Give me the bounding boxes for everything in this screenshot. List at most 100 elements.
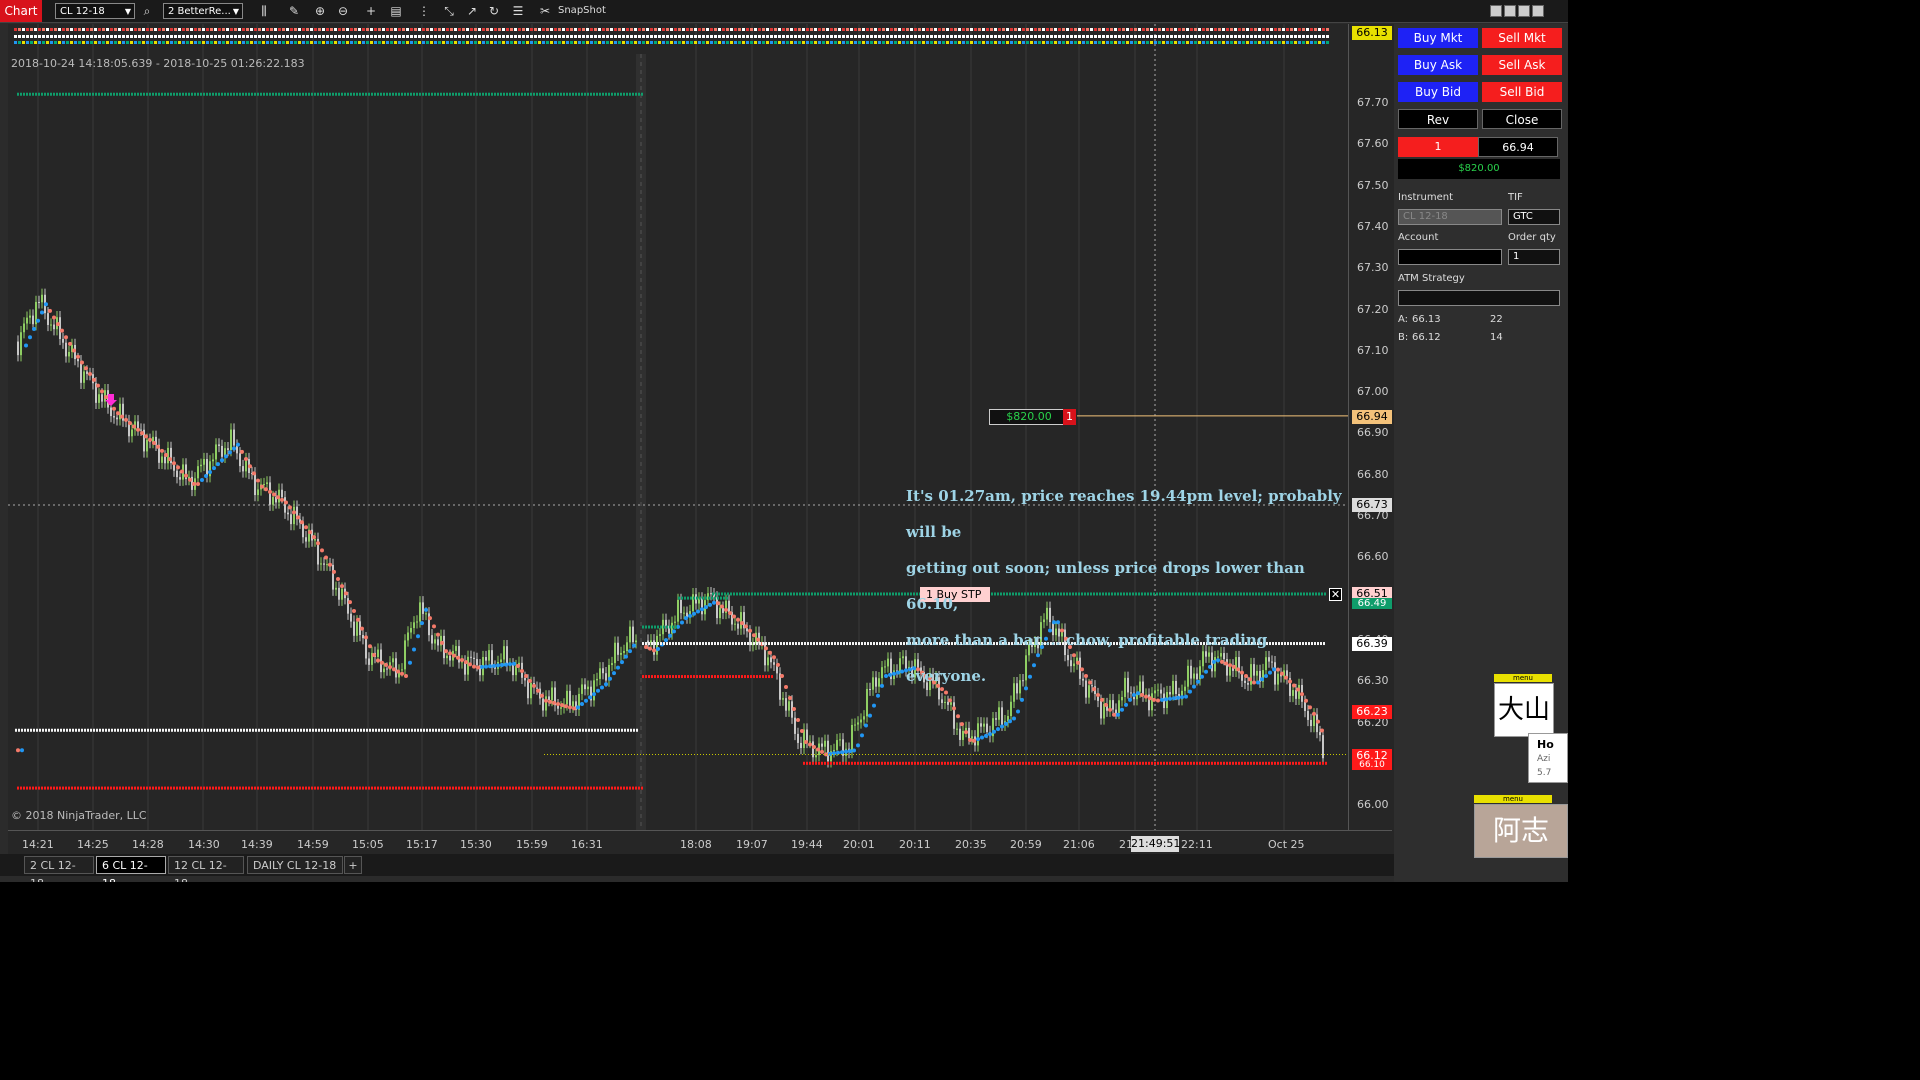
strip-mark [234, 28, 237, 31]
strip-mark [1310, 35, 1313, 38]
green-level-mark [539, 92, 541, 96]
tab-cl-6[interactable]: 6 CL 12-18 [96, 856, 166, 882]
red-level-mark [257, 786, 259, 790]
price-bar-body [1310, 719, 1312, 727]
strip-mark [146, 41, 149, 44]
reverse-button[interactable]: Rev [1398, 109, 1478, 129]
white-level-mark [177, 728, 179, 732]
indicators-icon[interactable]: ⋮ [416, 3, 432, 19]
position-pnl-marker[interactable]: $820.00 [989, 409, 1069, 425]
strip-mark [942, 41, 945, 44]
green-level-mark [476, 92, 478, 96]
strip-mark [558, 35, 561, 38]
widget-menu-2[interactable]: menu [1474, 795, 1552, 803]
drawing-tool-icon[interactable]: ✎ [286, 3, 302, 19]
red-level-mark [1304, 761, 1306, 765]
white-level-mark [63, 728, 65, 732]
add-tab-button[interactable]: + [344, 856, 362, 874]
white-level-mark [483, 728, 485, 732]
strip-mark [242, 41, 245, 44]
data-range-label: 2018-10-24 14:18:05.639 - 2018-10-25 01:… [11, 57, 305, 70]
side-widget-1[interactable]: 大山 [1494, 683, 1554, 737]
strategies-icon[interactable]: ⤡ [441, 3, 457, 19]
zoom-in-icon[interactable]: ⊕ [312, 3, 328, 19]
strip-mark [386, 28, 389, 31]
strip-mark [354, 41, 357, 44]
strip-mark [902, 28, 905, 31]
strip-mark [822, 41, 825, 44]
account-select[interactable] [1398, 249, 1502, 265]
tif-select[interactable]: GTC [1508, 209, 1560, 225]
strip-mark [518, 35, 521, 38]
unrealized-pnl-display: $820.00 [1398, 159, 1560, 179]
green-level-mark [874, 592, 876, 596]
trend-dot [848, 749, 852, 754]
red-level-mark [302, 786, 304, 790]
instrument-field[interactable]: CL 12-18 [1398, 209, 1502, 225]
green-level-mark [83, 92, 85, 96]
white-level-mark [210, 728, 212, 732]
tab-cl-2[interactable]: 2 CL 12-18 [24, 856, 94, 882]
tab-cl-daily[interactable]: DAILY CL 12-18 [247, 856, 343, 874]
crosshair-icon[interactable]: + [363, 3, 379, 19]
strip-mark [1134, 35, 1137, 38]
strip-mark [1326, 41, 1329, 44]
white-level-mark [690, 642, 692, 646]
snapshot-button[interactable]: SnapShot [558, 3, 606, 19]
side-widget-2[interactable]: 阿志 [1474, 804, 1568, 858]
zoom-out-icon[interactable]: ⊖ [335, 3, 351, 19]
red-level-mark [842, 761, 844, 765]
green-level-mark [197, 92, 199, 96]
price-chart[interactable] [8, 24, 1392, 830]
order-qty-stepper[interactable]: 1 [1508, 249, 1560, 265]
atm-strategy-select[interactable] [1398, 290, 1560, 306]
strip-mark [182, 35, 185, 38]
white-level-mark [231, 728, 233, 732]
green-level-mark [796, 592, 798, 596]
red-level-mark [1301, 761, 1303, 765]
strip-mark [298, 41, 301, 44]
trend-icon[interactable]: ↗ [464, 3, 480, 19]
strip-mark [26, 28, 29, 31]
sell-ask-button[interactable]: Sell Ask [1482, 55, 1562, 75]
green-level-mark [248, 92, 250, 96]
close-position-button[interactable]: Close [1482, 109, 1562, 129]
maximize-button[interactable] [1518, 5, 1530, 17]
strip-mark [366, 28, 369, 31]
buy-mkt-button[interactable]: Buy Mkt [1398, 28, 1478, 48]
red-level-mark [98, 786, 100, 790]
strip-mark [874, 41, 877, 44]
list-icon[interactable]: ☰ [510, 3, 526, 19]
buy-bid-button[interactable]: Buy Bid [1398, 82, 1478, 102]
green-level-mark [632, 92, 634, 96]
chart-tab[interactable]: Chart [0, 0, 42, 22]
red-level-mark [1202, 761, 1204, 765]
red-level-mark [950, 761, 952, 765]
strip-mark [1278, 35, 1281, 38]
search-icon[interactable]: ⌕ [139, 3, 155, 19]
template-selector[interactable]: 2 BetterRe... ▼ [163, 3, 243, 19]
close-button[interactable] [1532, 5, 1544, 17]
reload-icon[interactable]: ↻ [486, 3, 502, 19]
minimize-button[interactable] [1504, 5, 1516, 17]
order-qty-value: 1 [1513, 251, 1520, 262]
properties-icon[interactable]: ▤ [388, 3, 404, 19]
green-level-mark [386, 92, 388, 96]
window-button[interactable] [1490, 5, 1502, 17]
strip-mark [1142, 41, 1145, 44]
trend-dot [644, 645, 648, 650]
sell-mkt-button[interactable]: Sell Mkt [1482, 28, 1562, 48]
red-level-mark [1283, 761, 1285, 765]
strip-mark [482, 35, 485, 38]
white-level-mark [504, 728, 506, 732]
tab-cl-12[interactable]: 12 CL 12-18 [168, 856, 244, 882]
instrument-selector[interactable]: CL 12-18 ▼ [55, 3, 135, 19]
sell-bid-button[interactable]: Sell Bid [1482, 82, 1562, 102]
strip-mark [1254, 28, 1257, 31]
side-widget-partial[interactable]: Ho Azi 5.7 [1528, 733, 1568, 783]
snapshot-icon[interactable]: ✂ [537, 3, 553, 19]
strip-mark [138, 28, 141, 31]
bar-type-icon[interactable]: ⫼ [256, 3, 272, 19]
buy-ask-button[interactable]: Buy Ask [1398, 55, 1478, 75]
widget-menu-1[interactable]: menu [1494, 674, 1552, 682]
